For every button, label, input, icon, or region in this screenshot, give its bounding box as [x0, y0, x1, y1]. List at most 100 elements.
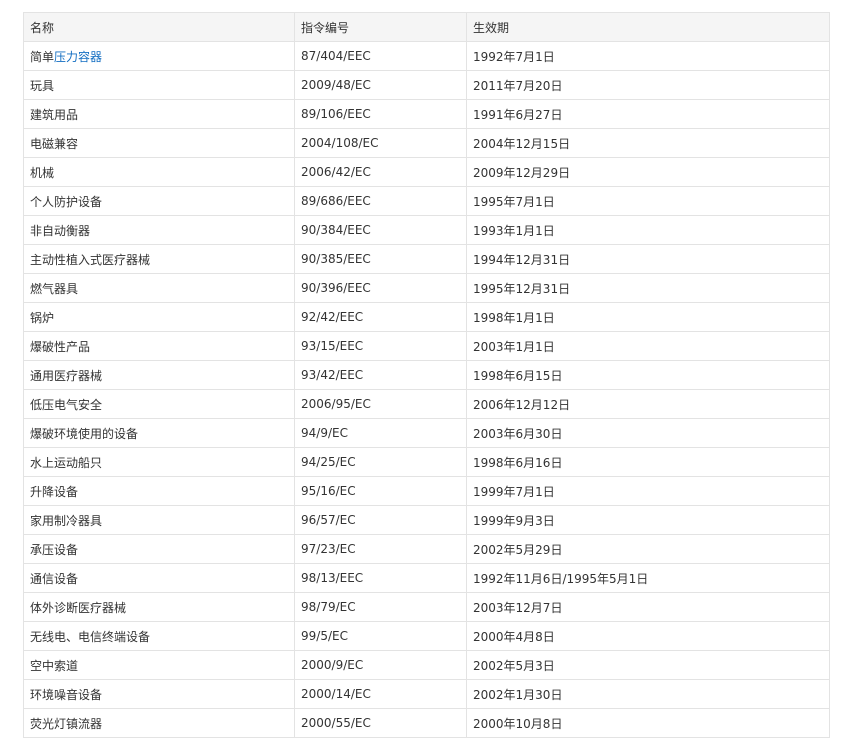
cell-directive-number: 95/16/EC [294, 476, 467, 506]
cell-directive-number: 94/25/EC [294, 447, 467, 477]
name-text: 升降设备 [30, 484, 79, 499]
cell-effective-date: 1993年1月1日 [466, 215, 830, 245]
cell-effective-date: 2002年5月3日 [466, 650, 830, 680]
cell-effective-date: 1991年6月27日 [466, 99, 830, 129]
table-row: 通用医疗器械 93/42/EEC 1998年6月15日 [23, 360, 830, 390]
cell-directive-number: 2004/108/EC [294, 128, 467, 158]
cell-effective-date: 1998年6月16日 [466, 447, 830, 477]
table-row: 主动性植入式医疗器械 90/385/EEC 1994年12月31日 [23, 244, 830, 274]
table-row: 水上运动船只 94/25/EC 1998年6月16日 [23, 447, 830, 477]
cell-name: 非自动衡器 [23, 215, 295, 245]
name-text: 锅炉 [30, 310, 55, 325]
name-text: 通用医疗器械 [30, 368, 103, 383]
directive-table-container: 名称 指令编号 生效期 简单压力容器 87/404/EEC 1992年7月1日玩具 2… [23, 12, 830, 738]
table-row: 锅炉 92/42/EEC 1998年1月1日 [23, 302, 830, 332]
name-text: 电磁兼容 [30, 136, 79, 151]
cell-effective-date: 2002年5月29日 [466, 534, 830, 564]
cell-name: 主动性植入式医疗器械 [23, 244, 295, 274]
table-row: 体外诊断医疗器械 98/79/EC 2003年12月7日 [23, 592, 830, 622]
header-directive-number: 指令编号 [294, 12, 467, 42]
name-text: 荧光灯镇流器 [30, 716, 103, 731]
name-text: 主动性植入式医疗器械 [30, 252, 151, 267]
cell-name: 通信设备 [23, 563, 295, 593]
table-row: 通信设备 98/13/EEC 1992年11月6日/1995年5月1日 [23, 563, 830, 593]
table-row: 简单压力容器 87/404/EEC 1992年7月1日 [23, 41, 830, 71]
cell-directive-number: 93/42/EEC [294, 360, 467, 390]
name-text: 建筑用品 [30, 107, 79, 122]
cell-directive-number: 89/686/EEC [294, 186, 467, 216]
cell-name: 锅炉 [23, 302, 295, 332]
name-text: 通信设备 [30, 571, 79, 586]
name-text: 简单 [30, 49, 55, 64]
header-effective-date: 生效期 [466, 12, 830, 42]
cell-name: 承压设备 [23, 534, 295, 564]
cell-effective-date: 2003年6月30日 [466, 418, 830, 448]
name-text: 承压设备 [30, 542, 79, 557]
name-link[interactable]: 压力容器 [54, 50, 102, 64]
cell-directive-number: 87/404/EEC [294, 41, 467, 71]
cell-name: 燃气器具 [23, 273, 295, 303]
cell-name: 电磁兼容 [23, 128, 295, 158]
cell-directive-number: 2006/42/EC [294, 157, 467, 187]
cell-effective-date: 1992年7月1日 [466, 41, 830, 71]
cell-directive-number: 89/106/EEC [294, 99, 467, 129]
table-row: 个人防护设备 89/686/EEC 1995年7月1日 [23, 186, 830, 216]
cell-name: 水上运动船只 [23, 447, 295, 477]
cell-directive-number: 92/42/EEC [294, 302, 467, 332]
cell-directive-number: 2006/95/EC [294, 389, 467, 419]
name-text: 机械 [30, 165, 55, 180]
cell-directive-number: 97/23/EC [294, 534, 467, 564]
name-text: 家用制冷器具 [30, 513, 103, 528]
cell-name: 无线电、电信终端设备 [23, 621, 295, 651]
cell-effective-date: 1995年12月31日 [466, 273, 830, 303]
cell-name: 爆破环境使用的设备 [23, 418, 295, 448]
cell-effective-date: 1999年9月3日 [466, 505, 830, 535]
cell-directive-number: 94/9/EC [294, 418, 467, 448]
cell-directive-number: 2000/55/EC [294, 708, 467, 738]
table-row: 电磁兼容 2004/108/EC 2004年12月15日 [23, 128, 830, 158]
table-row: 机械 2006/42/EC 2009年12月29日 [23, 157, 830, 187]
cell-directive-number: 90/384/EEC [294, 215, 467, 245]
table-row: 空中索道 2000/9/EC 2002年5月3日 [23, 650, 830, 680]
table-row: 家用制冷器具 96/57/EC 1999年9月3日 [23, 505, 830, 535]
name-text: 爆破环境使用的设备 [30, 426, 139, 441]
cell-name: 机械 [23, 157, 295, 187]
cell-name: 个人防护设备 [23, 186, 295, 216]
table-row: 无线电、电信终端设备 99/5/EC 2000年4月8日 [23, 621, 830, 651]
cell-directive-number: 98/13/EEC [294, 563, 467, 593]
table-row: 爆破性产品 93/15/EEC 2003年1月1日 [23, 331, 830, 361]
cell-effective-date: 2003年12月7日 [466, 592, 830, 622]
name-text: 非自动衡器 [30, 223, 91, 238]
name-text: 爆破性产品 [30, 339, 91, 354]
cell-effective-date: 2002年1月30日 [466, 679, 830, 709]
cell-name: 玩具 [23, 70, 295, 100]
cell-directive-number: 99/5/EC [294, 621, 467, 651]
name-text: 玩具 [30, 78, 55, 93]
cell-directive-number: 90/396/EEC [294, 273, 467, 303]
cell-name: 通用医疗器械 [23, 360, 295, 390]
cell-effective-date: 1998年6月15日 [466, 360, 830, 390]
table-row: 爆破环境使用的设备 94/9/EC 2003年6月30日 [23, 418, 830, 448]
table-row: 燃气器具 90/396/EEC 1995年12月31日 [23, 273, 830, 303]
cell-name: 家用制冷器具 [23, 505, 295, 535]
directive-table: 名称 指令编号 生效期 简单压力容器 87/404/EEC 1992年7月1日玩具 2… [23, 12, 830, 738]
table-body: 简单压力容器 87/404/EEC 1992年7月1日玩具 2009/48/EC 201… [23, 41, 830, 738]
table-row: 低压电气安全 2006/95/EC 2006年12月12日 [23, 389, 830, 419]
cell-effective-date: 2011年7月20日 [466, 70, 830, 100]
cell-directive-number: 2009/48/EC [294, 70, 467, 100]
cell-directive-number: 2000/14/EC [294, 679, 467, 709]
cell-effective-date: 2006年12月12日 [466, 389, 830, 419]
cell-effective-date: 1994年12月31日 [466, 244, 830, 274]
cell-name: 环境噪音设备 [23, 679, 295, 709]
cell-directive-number: 93/15/EEC [294, 331, 467, 361]
cell-name: 低压电气安全 [23, 389, 295, 419]
table-row: 非自动衡器 90/384/EEC 1993年1月1日 [23, 215, 830, 245]
name-text: 个人防护设备 [30, 194, 103, 209]
table-header-row: 名称 指令编号 生效期 [23, 12, 830, 42]
cell-effective-date: 1995年7月1日 [466, 186, 830, 216]
cell-effective-date: 2000年4月8日 [466, 621, 830, 651]
cell-name: 爆破性产品 [23, 331, 295, 361]
table-row: 升降设备 95/16/EC 1999年7月1日 [23, 476, 830, 506]
table-row: 环境噪音设备 2000/14/EC 2002年1月30日 [23, 679, 830, 709]
cell-name: 荧光灯镇流器 [23, 708, 295, 738]
